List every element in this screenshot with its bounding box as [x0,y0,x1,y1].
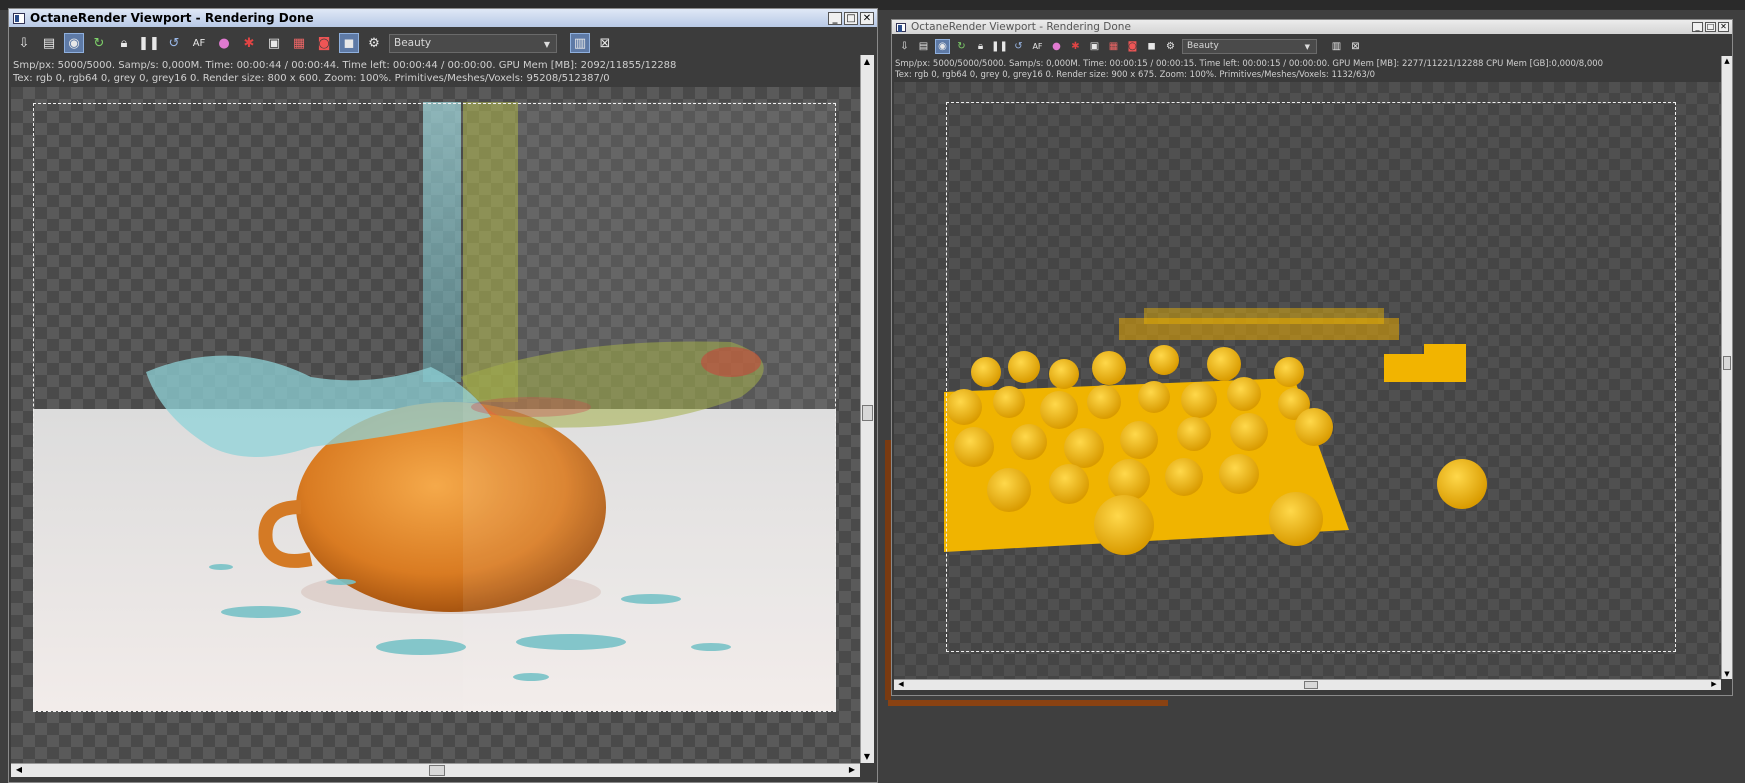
lock-icon[interactable]: 🔒︎ [114,33,134,53]
pause-icon[interactable]: ❚❚ [991,39,1008,54]
camera-settings-icon[interactable]: ▣ [1087,39,1102,54]
title-bar[interactable]: OctaneRender Viewport - Rendering Done _… [9,9,877,27]
render-stats-line-1: Smp/px: 5000/5000/5000. Samp/s: 0,000M. … [895,59,1604,69]
zoom-region-icon[interactable]: ◉ [64,33,84,53]
clear-icon[interactable]: ⊠ [595,33,615,53]
compare-icon[interactable]: ◙ [314,33,334,53]
horizontal-scrollbar-2[interactable]: ◀ ▶ [894,679,1721,690]
render-pass-value-2: Beauty [1187,41,1219,51]
object-picker-icon[interactable]: ✱ [239,33,259,53]
scroll-down-icon[interactable]: ▼ [861,752,873,761]
render-stats: Smp/px: 5000/5000. Samp/s: 0,000M. Time:… [13,59,676,85]
refresh-icon[interactable]: ↻ [954,39,969,54]
restart-icon[interactable]: ↺ [164,33,184,53]
scroll-up-icon[interactable]: ▲ [861,57,873,66]
settings-gear-icon[interactable]: ⚙ [364,33,384,53]
scroll-down-icon[interactable]: ▼ [1721,670,1733,678]
snapshot-icon[interactable]: ▦ [1106,39,1121,54]
scroll-thumb-horizontal[interactable] [429,765,445,776]
render-region-icon[interactable]: ◼ [339,33,359,53]
scroll-right-icon[interactable]: ▶ [1708,680,1720,688]
scroll-left-icon[interactable]: ◀ [13,765,25,774]
render-stats-line-1: Smp/px: 5000/5000. Samp/s: 0,000M. Time:… [13,60,677,71]
focus-picker-icon[interactable]: AF [189,33,209,53]
layout-icon[interactable]: ▥ [1329,39,1344,54]
render-viewport[interactable] [11,87,860,763]
compare-icon[interactable]: ◙ [1125,39,1140,54]
render-region-frame-2 [946,102,1676,652]
zoom-region-icon[interactable]: ◉ [935,38,950,54]
refresh-icon[interactable]: ↻ [89,33,109,53]
minimize-button[interactable]: _ [828,11,842,25]
restart-icon[interactable]: ↺ [1011,39,1026,54]
scroll-right-icon[interactable]: ▶ [846,765,858,774]
viewport-toolbar: ⇩ ▤ ◉ ↻ 🔒︎ ❚❚ ↺ AF ● ✱ ▣ ▦ ◙ ◼ ⚙ Beauty … [9,31,877,55]
pause-icon[interactable]: ❚❚ [138,33,160,53]
viewport-window-2: OctaneRender Viewport - Rendering Done _… [891,19,1733,696]
scroll-up-icon[interactable]: ▲ [1721,57,1733,65]
vertical-scrollbar-2[interactable]: ▲ ▼ [1721,56,1732,679]
render-region-frame [33,103,836,712]
minimize-button-2[interactable]: _ [1692,22,1703,32]
render-pass-select-2[interactable]: Beauty ▼ [1182,38,1317,54]
save-icon[interactable]: ▤ [916,39,931,54]
render-stats-line-2: Tex: rgb 0, rgb64 0, grey 0, grey16 0. R… [13,73,610,84]
viewport-window-1: OctaneRender Viewport - Rendering Done _… [8,8,878,783]
window-title-2: OctaneRender Viewport - Rendering Done [911,21,1131,33]
render-pass-select[interactable]: Beauty ▼ [389,33,557,53]
material-picker-icon[interactable]: ● [1049,39,1064,54]
layout-icon[interactable]: ▥ [570,33,590,53]
close-button[interactable]: ✕ [860,11,874,25]
save-icon[interactable]: ▤ [39,33,59,53]
chevron-down-icon: ▼ [543,39,550,49]
maximize-button-2[interactable]: □ [1705,22,1716,32]
title-bar-2[interactable]: OctaneRender Viewport - Rendering Done _… [892,20,1732,34]
window-title: OctaneRender Viewport - Rendering Done [30,11,314,25]
close-button-2[interactable]: ✕ [1718,22,1729,32]
viewport-toolbar-2: ⇩ ▤ ◉ ↻ 🔒︎ ❚❚ ↺ AF ● ✱ ▣ ▦ ◙ ◼ ⚙ Beauty … [892,36,1732,56]
render-viewport-2[interactable] [894,82,1721,679]
render-region-icon[interactable]: ◼ [1144,39,1159,54]
app-icon-2 [896,22,906,32]
export-icon[interactable]: ⇩ [897,39,912,54]
scroll-thumb[interactable] [862,405,873,421]
snapshot-icon[interactable]: ▦ [289,33,309,53]
focus-picker-icon[interactable]: AF [1030,39,1045,54]
vertical-scrollbar[interactable]: ▲ ▼ [860,55,874,763]
scroll-left-icon[interactable]: ◀ [895,680,907,688]
horizontal-scrollbar[interactable]: ◀ ▶ [11,763,860,777]
render-stats-line-2: Tex: rgb 0, rgb64 0, grey 0, grey16 0. R… [895,70,1376,80]
scroll-thumb-2[interactable] [1723,356,1731,370]
chevron-down-icon: ▼ [1304,42,1310,51]
render-stats-2: Smp/px: 5000/5000/5000. Samp/s: 0,000M. … [895,59,1603,81]
material-picker-icon[interactable]: ● [214,33,234,53]
maximize-button[interactable]: □ [844,11,858,25]
camera-settings-icon[interactable]: ▣ [264,33,284,53]
lock-icon[interactable]: 🔒︎ [973,39,988,54]
app-icon [13,12,25,24]
render-pass-value: Beauty [394,37,432,49]
background-render-edge-bottom [888,700,1168,706]
export-icon[interactable]: ⇩ [14,33,34,53]
clear-icon[interactable]: ⊠ [1348,39,1363,54]
scroll-thumb-horizontal-2[interactable] [1304,681,1318,689]
settings-gear-icon[interactable]: ⚙ [1163,39,1178,54]
object-picker-icon[interactable]: ✱ [1068,39,1083,54]
